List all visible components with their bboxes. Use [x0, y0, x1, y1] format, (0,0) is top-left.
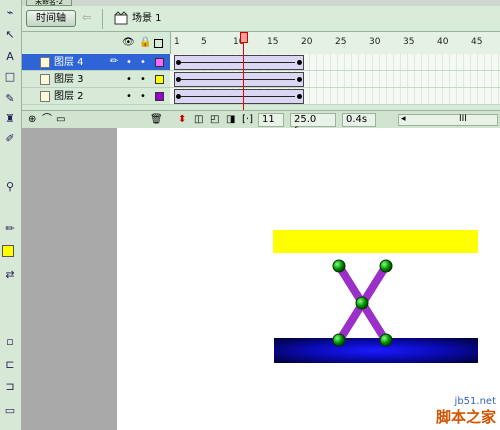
- scene-label[interactable]: 场景 1: [132, 12, 162, 26]
- frame-row-2[interactable]: [170, 88, 500, 105]
- option-icon[interactable]: ▭: [2, 404, 18, 418]
- ruler-number: 45: [471, 37, 483, 47]
- ruler-number: 35: [403, 37, 415, 47]
- joint-ball: [332, 333, 346, 347]
- straighten-option-icon[interactable]: ⊐: [2, 380, 18, 394]
- frame-ruler[interactable]: 1 5 10 15 20 25 30 35 40 45: [170, 32, 500, 54]
- center-frame-icon[interactable]: ⬍: [178, 113, 186, 126]
- playhead[interactable]: [240, 32, 248, 43]
- lock-icon[interactable]: 🔒: [139, 37, 151, 49]
- text-tool-icon[interactable]: A: [2, 50, 18, 64]
- add-layer-icon[interactable]: ⊕: [28, 113, 36, 126]
- ruler-number: 30: [369, 37, 381, 47]
- layer-color-swatch[interactable]: [155, 92, 164, 101]
- scroll-thumb[interactable]: III: [459, 114, 467, 124]
- fill-color-swatch[interactable]: [2, 245, 14, 257]
- modify-markers-icon[interactable]: [·]: [242, 113, 253, 126]
- subselect-tool-icon[interactable]: ↖: [2, 28, 18, 42]
- motion-tween[interactable]: [174, 55, 304, 70]
- lock-dot[interactable]: •: [140, 91, 146, 102]
- watermark-url: jb51.net: [454, 396, 496, 407]
- pencil-icon: ✏: [110, 56, 119, 67]
- layer-name: 图层 2: [54, 91, 84, 102]
- tween-arrow: [181, 62, 295, 63]
- timeline-toggle-button[interactable]: 时间轴: [26, 10, 76, 27]
- lasso-tool-icon[interactable]: ⌁: [2, 6, 18, 20]
- scissor-linkage[interactable]: [322, 248, 412, 348]
- ruler-number: 5: [201, 37, 207, 47]
- ink-bottle-tool-icon[interactable]: ♜: [2, 112, 18, 126]
- scroll-left-icon[interactable]: ◂: [401, 114, 406, 124]
- layer-row-3[interactable]: 图层 3 • •: [22, 71, 170, 88]
- stage-workspace: jb51.net 脚本之家: [22, 128, 500, 430]
- ruler-number: 40: [437, 37, 449, 47]
- frame-rate-field[interactable]: 25.0 fps: [290, 113, 336, 137]
- visibility-dot[interactable]: •: [126, 91, 132, 102]
- frame-row-3[interactable]: [170, 71, 500, 88]
- visibility-dot[interactable]: •: [126, 74, 132, 85]
- outline-icon[interactable]: [154, 39, 163, 48]
- toolbar-divider: [102, 9, 103, 29]
- delete-layer-icon[interactable]: 🗑: [150, 113, 163, 126]
- rectangle-tool-icon[interactable]: □: [2, 70, 18, 84]
- layer-icon: [40, 91, 50, 102]
- timeline-horizontal-scrollbar[interactable]: ◂ III: [398, 114, 498, 126]
- layer-row-4[interactable]: 图层 4 ✏ • •: [22, 54, 170, 71]
- timeline-status-bar: ⊕ ⌒ ▭ 🗑 ⬍ ◫ ◰ ◨ [·] 11 25.0 fps 0.4s ◂ I…: [22, 110, 500, 137]
- joint-ball: [379, 333, 393, 347]
- stroke-color-icon[interactable]: ✏: [2, 222, 18, 236]
- layer-header: 👁 🔒: [22, 32, 170, 54]
- frame-row-4[interactable]: [170, 54, 500, 71]
- layer-icon: [40, 74, 50, 85]
- ruler-number: 25: [335, 37, 347, 47]
- layer-icon: [40, 57, 50, 68]
- visibility-dot[interactable]: •: [126, 57, 132, 68]
- ruler-number: 20: [301, 37, 313, 47]
- lock-dot[interactable]: •: [140, 74, 146, 85]
- timeline-panel: 👁 🔒 1 5 10 15 20 25 30 35 40 45 图层 4 ✏ •…: [22, 32, 500, 137]
- joint-ball: [332, 259, 346, 273]
- onion-skin-icon[interactable]: ◫: [194, 113, 203, 126]
- motion-tween[interactable]: [174, 72, 304, 87]
- joint-ball: [379, 259, 393, 273]
- eye-icon[interactable]: 👁: [122, 37, 135, 49]
- snap-option-icon[interactable]: ▫: [2, 335, 18, 349]
- pencil-tool-icon[interactable]: ✎: [2, 92, 18, 106]
- ruler-number: 1: [174, 37, 180, 47]
- eraser-tool-icon[interactable]: ✐: [2, 132, 18, 146]
- motion-tween[interactable]: [174, 89, 304, 104]
- swap-colors-icon[interactable]: ⇄: [2, 268, 18, 282]
- layer-name: 图层 4: [54, 57, 84, 68]
- watermark-site-name: 脚本之家: [435, 408, 496, 426]
- add-folder-icon[interactable]: ▭: [56, 113, 65, 126]
- stage-canvas[interactable]: jb51.net 脚本之家: [117, 128, 500, 430]
- edit-bar: 时间轴 ⇦ 场景 1: [22, 6, 500, 32]
- keyframe-end: [297, 60, 302, 65]
- watermark: jb51.net 脚本之家: [436, 396, 496, 426]
- scene-icon: [114, 11, 128, 25]
- add-guide-layer-icon[interactable]: ⌒: [42, 113, 52, 126]
- lock-dot[interactable]: •: [140, 57, 146, 68]
- tween-arrow: [181, 79, 295, 80]
- tools-panel: ⌁ ↖ A □ ✎ ♜ ✐ ⚲ ✏ ⇄ ▫ ⊏ ⊐ ▭: [0, 0, 22, 430]
- layer-color-swatch[interactable]: [155, 75, 164, 84]
- keyframe-end: [297, 94, 302, 99]
- edit-multiple-frames-icon[interactable]: ◨: [226, 113, 235, 126]
- layer-row-2[interactable]: 图层 2 • •: [22, 88, 170, 105]
- playhead-line: [243, 43, 244, 111]
- tween-arrow: [181, 96, 295, 97]
- layer-name: 图层 3: [54, 74, 84, 85]
- back-arrow-icon[interactable]: ⇦: [82, 11, 96, 25]
- keyframe-end: [297, 77, 302, 82]
- ruler-number: 15: [267, 37, 279, 47]
- layer-color-swatch[interactable]: [155, 58, 164, 67]
- elapsed-time-field: 0.4s: [342, 113, 376, 127]
- onion-outline-icon[interactable]: ◰: [210, 113, 219, 126]
- joint-ball: [355, 296, 369, 310]
- current-frame-field[interactable]: 11: [258, 113, 284, 127]
- zoom-tool-icon[interactable]: ⚲: [2, 180, 18, 194]
- smooth-option-icon[interactable]: ⊏: [2, 358, 18, 372]
